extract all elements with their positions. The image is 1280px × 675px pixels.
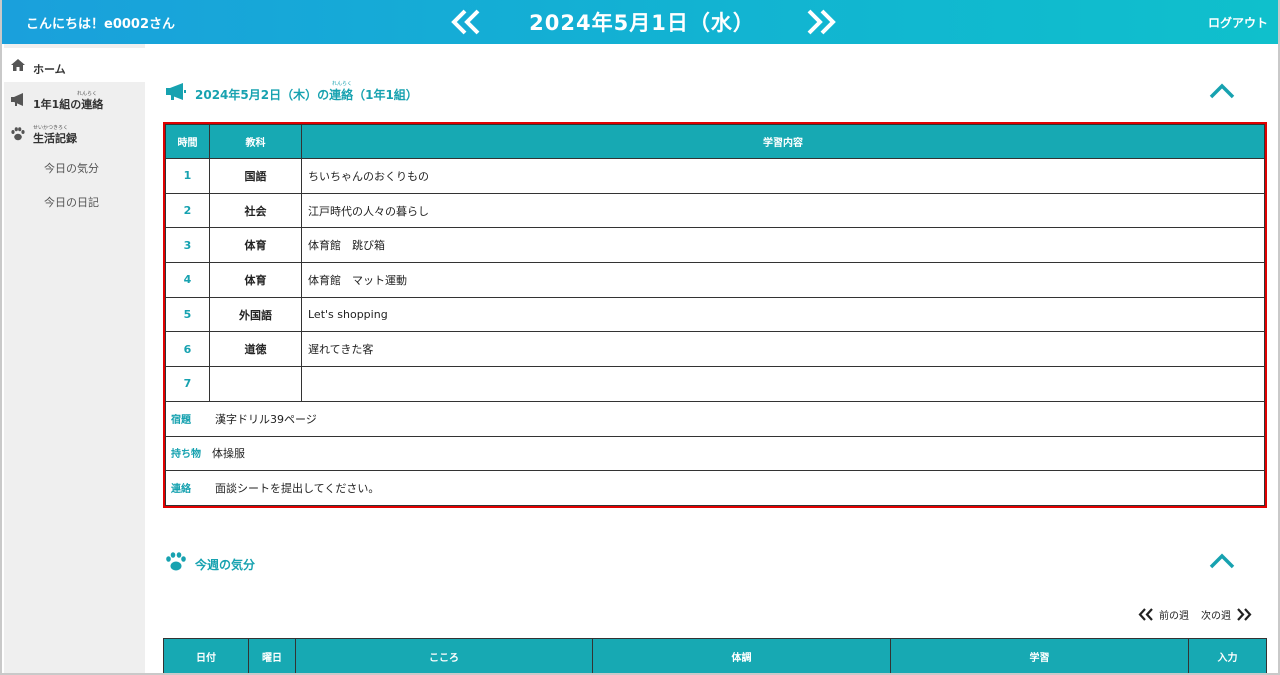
home-icon: [11, 59, 25, 71]
content-cell: 体育館 マット運動: [301, 262, 1265, 298]
megaphone-icon: [166, 83, 186, 100]
sidebar: ホーム れんらく 1年1組の連絡 せいかつきろく 生活記録 今日の気分 今日の日…: [4, 44, 145, 673]
mood-title: 今週の気分: [195, 558, 256, 572]
notice-title: 2024年5月2日（木）の連絡（1年1組）: [195, 88, 418, 102]
sidebar-item-label: ホーム: [33, 63, 66, 76]
period-cell: 4: [165, 262, 210, 298]
notice-section-header: れんらく 2024年5月2日（木）の連絡（1年1組）: [165, 81, 565, 104]
content-cell: Let's shopping: [301, 296, 1265, 333]
sidebar-item-home[interactable]: ホーム: [4, 48, 145, 82]
message-label: 連絡: [171, 484, 191, 496]
column-header-date: 日付: [163, 638, 249, 673]
schedule-row: 5 外国語 Let's shopping: [165, 296, 1265, 333]
schedule-row: 6 道徳 遅れてきた客: [165, 331, 1265, 368]
message-row: 連絡 面談シートを提出してください。: [165, 470, 1265, 506]
belongings-label: 持ち物: [171, 449, 201, 461]
schedule-row: 2 社会 江戸時代の人々の暮らし: [165, 192, 1265, 229]
column-header-input: 入力: [1188, 638, 1267, 673]
mood-section-header: 今週の気分: [165, 552, 365, 574]
sidebar-subitem-today-mood[interactable]: 今日の気分: [44, 160, 99, 176]
column-header-weekday: 曜日: [248, 638, 296, 673]
belongings-row: 持ち物 体操服: [165, 435, 1265, 472]
previous-day-icon[interactable]: [451, 9, 481, 35]
content-cell: ちいちゃんのおくりもの: [301, 158, 1265, 194]
current-date: 2024年5月1日（水）: [529, 11, 755, 35]
homework-value: 漢字ドリル39ページ: [215, 412, 317, 426]
next-week-link[interactable]: 次の週: [1201, 607, 1231, 622]
extra-cell: 宿題 漢字ドリル39ページ: [165, 400, 1265, 437]
sidebar-item-label: 生活記録: [33, 132, 77, 145]
subject-cell: [209, 366, 302, 402]
previous-week-icon[interactable]: [1138, 608, 1154, 621]
collapse-notice-icon[interactable]: [1209, 82, 1235, 100]
period-cell: 5: [165, 296, 210, 333]
subject-cell: 道徳: [209, 331, 302, 368]
column-header-period: 時間: [165, 124, 210, 159]
subject-cell: 外国語: [209, 296, 302, 333]
subject-cell: 社会: [209, 192, 302, 229]
mood-header-row: 日付 曜日 こころ 体調 学習 入力: [163, 638, 1267, 673]
period-cell: 6: [165, 331, 210, 368]
schedule-row: 1 国語 ちいちゃんのおくりもの: [165, 158, 1265, 194]
content-cell: 江戸時代の人々の暮らし: [301, 192, 1265, 229]
next-day-icon[interactable]: [806, 9, 836, 35]
next-week-icon[interactable]: [1236, 608, 1252, 621]
column-header-content: 学習内容: [301, 124, 1265, 159]
column-header-mind: こころ: [295, 638, 593, 673]
schedule-row: 3 体育 体育館 跳び箱: [165, 227, 1265, 264]
app-frame: こんにちは！e0002さん 2024年5月1日（水） ログアウト ホーム れんら…: [0, 0, 1280, 675]
period-cell: 1: [165, 158, 210, 194]
subject-cell: 国語: [209, 158, 302, 194]
paw-icon: [11, 127, 25, 141]
sidebar-subitem-today-diary[interactable]: 今日の日記: [44, 194, 99, 210]
content-cell: 体育館 跳び箱: [301, 227, 1265, 264]
paw-icon: [166, 552, 186, 571]
extra-cell: 連絡 面談シートを提出してください。: [165, 470, 1265, 506]
subject-cell: 体育: [209, 262, 302, 298]
collapse-mood-icon[interactable]: [1209, 552, 1235, 570]
schedule-header-row: 時間 教科 学習内容: [165, 124, 1265, 159]
period-cell: 2: [165, 192, 210, 229]
mood-table: 日付 曜日 こころ 体調 学習 入力: [163, 638, 1267, 673]
previous-week-link[interactable]: 前の週: [1159, 607, 1189, 622]
content-cell: [301, 366, 1265, 402]
period-cell: 7: [165, 366, 210, 402]
schedule-table: 時間 教科 学習内容 1 国語 ちいちゃんのおくりもの 2 社会 江戸時代の人々…: [163, 122, 1267, 508]
greeting-text: こんにちは！e0002さん: [26, 17, 175, 32]
sidebar-item-label: 1年1組の連絡: [33, 98, 104, 111]
top-header: こんにちは！e0002さん 2024年5月1日（水） ログアウト: [2, 0, 1278, 44]
sidebar-item-class-notice[interactable]: れんらく 1年1組の連絡: [4, 83, 145, 117]
extra-cell: 持ち物 体操服: [165, 435, 1265, 472]
schedule-row: 7: [165, 366, 1265, 402]
subject-cell: 体育: [209, 227, 302, 264]
content-cell: 遅れてきた客: [301, 331, 1265, 368]
column-header-health: 体調: [592, 638, 891, 673]
belongings-value: 体操服: [212, 447, 245, 461]
schedule-row: 4 体育 体育館 マット運動: [165, 262, 1265, 298]
logout-button[interactable]: ログアウト: [1208, 14, 1268, 31]
homework-label: 宿題: [171, 414, 191, 426]
period-cell: 3: [165, 227, 210, 264]
megaphone-icon: [11, 93, 23, 106]
message-value: 面談シートを提出してください。: [215, 482, 380, 496]
sidebar-item-life-record[interactable]: せいかつきろく 生活記録: [4, 117, 145, 151]
homework-row: 宿題 漢字ドリル39ページ: [165, 400, 1265, 437]
column-header-study: 学習: [890, 638, 1189, 673]
column-header-subject: 教科: [209, 124, 302, 159]
